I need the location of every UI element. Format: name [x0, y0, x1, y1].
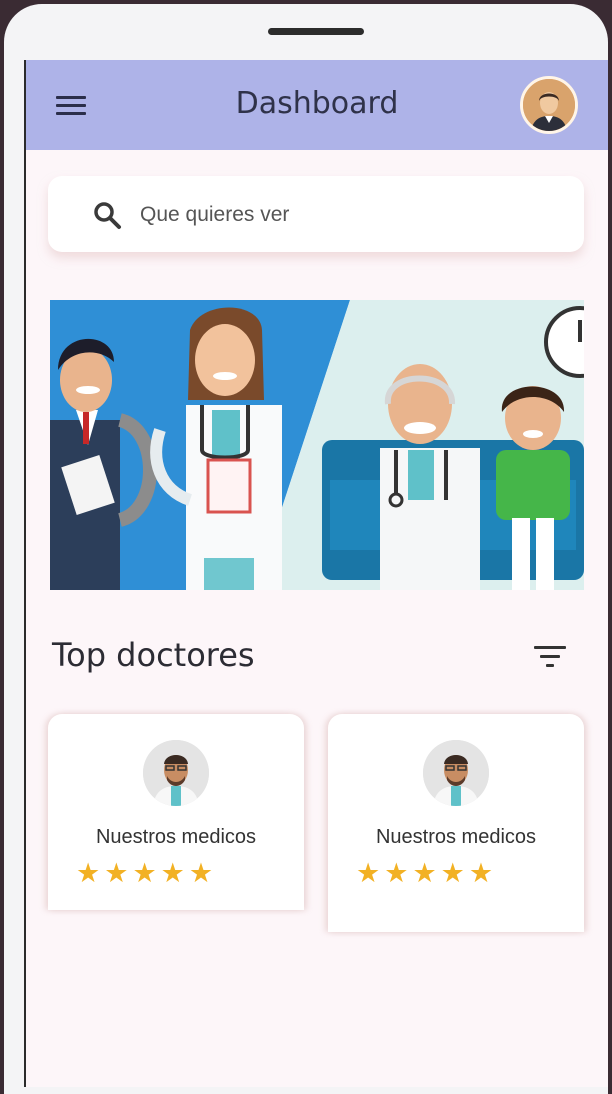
doctor-card[interactable]: Nuestros medicos ★ ★ ★ ★ ★ [48, 714, 304, 910]
doctor-avatar [423, 740, 489, 806]
section-title: Top doctores [52, 636, 255, 674]
phone-frame: Dashboard Que quieres ver Top doctores N… [4, 4, 608, 1094]
phone-notch [268, 28, 364, 35]
search-icon [94, 202, 121, 229]
app-screen: Dashboard Que quieres ver Top doctores N… [24, 60, 608, 1087]
doctor-name: Nuestros medicos [375, 826, 537, 848]
doctors-banner-image [50, 300, 584, 590]
star-icon: ★ [384, 858, 409, 889]
profile-avatar[interactable] [520, 76, 578, 134]
star-icon: ★ [356, 858, 381, 889]
star-icon: ★ [160, 858, 185, 889]
star-icon: ★ [412, 858, 437, 889]
star-icon: ★ [468, 858, 494, 889]
filter-icon[interactable] [534, 644, 566, 670]
star-icon: ★ [132, 858, 157, 889]
star-icon: ★ [440, 858, 465, 889]
app-bar: Dashboard [26, 60, 608, 150]
rating-stars: ★ ★ ★ ★ ★ [356, 860, 493, 887]
search-input[interactable] [138, 196, 542, 234]
doctor-avatar [143, 740, 209, 806]
rating-stars: ★ ★ ★ ★ ★ [76, 860, 213, 887]
star-icon: ★ [76, 858, 101, 889]
star-icon: ★ [188, 858, 214, 889]
search-bar[interactable] [48, 176, 584, 252]
doctor-card[interactable]: Nuestros medicos ★ ★ ★ ★ ★ [328, 714, 584, 932]
star-icon: ★ [104, 858, 129, 889]
doctor-name: Nuestros medicos [95, 826, 257, 848]
